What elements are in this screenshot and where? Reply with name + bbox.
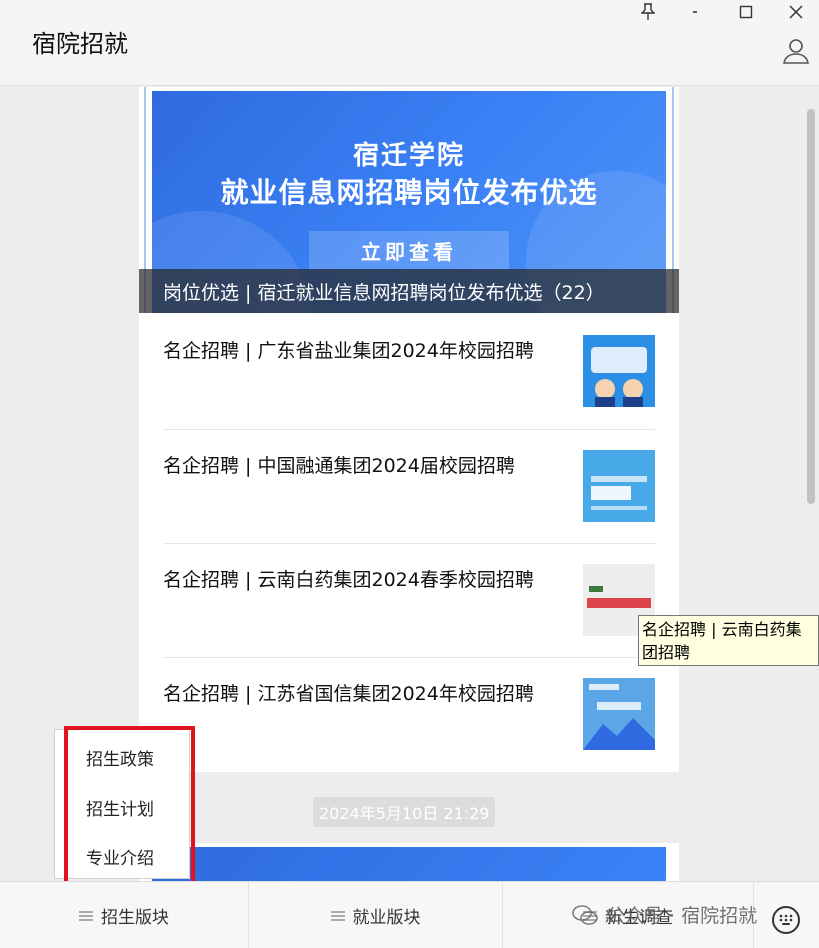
watermark-text: 公众号 · 宿院招就: [606, 905, 758, 927]
app-title: 宿院招就: [32, 30, 128, 58]
article-title: 名企招聘 | 中国融通集团2024届校园招聘: [163, 455, 515, 477]
article-title: 名企招聘 | 江苏省国信集团2024年校园招聘: [163, 683, 534, 705]
banner-image[interactable]: [152, 847, 666, 881]
article-title: 名企招聘 | 云南白药集团2024春季校园招聘: [163, 569, 534, 591]
close-icon[interactable]: [785, 2, 807, 22]
tab-employment[interactable]: 就业版块: [249, 882, 502, 948]
article-item[interactable]: 名企招聘 | 云南白药集团2024春季校园招聘: [163, 543, 655, 657]
highlight-annotation: [64, 726, 195, 890]
article-item[interactable]: 名企招聘 | 中国融通集团2024届校园招聘: [163, 429, 655, 543]
wechat-icon: [572, 904, 598, 925]
article-item[interactable]: 名企招聘 | 江苏省国信集团2024年校园招聘: [163, 657, 655, 771]
user-profile-icon[interactable]: [781, 36, 811, 66]
scrollbar-thumb[interactable]: [807, 109, 815, 504]
headline-caption[interactable]: 岗位优选 | 宿迁就业信息网招聘岗位发布优选（22）: [139, 269, 679, 313]
message-timestamp: 2024年5月10日 21:29: [313, 797, 496, 827]
article-thumbnail: [583, 335, 655, 407]
article-thumbnail: [583, 678, 655, 750]
article-thumbnail: [583, 450, 655, 522]
pin-icon[interactable]: [637, 2, 659, 22]
tooltip: 名企招聘 | 云南白药集团招聘: [638, 615, 819, 666]
scrollbar[interactable]: [807, 87, 815, 881]
tab-admission[interactable]: 招生版块: [0, 882, 248, 948]
watermark: 公众号 · 宿院招就: [572, 901, 757, 928]
tab-label: 招生版块: [101, 908, 169, 928]
banner-subheading: 就业信息网招聘岗位发布优选: [220, 176, 598, 209]
menu-lines-icon: [330, 910, 345, 921]
minimize-icon[interactable]: [684, 2, 706, 22]
article-card: 宿迁学院 就业信息网招聘岗位发布优选 立即查看 岗位优选 | 宿迁就业信息网招聘…: [139, 87, 679, 772]
article-item[interactable]: 名企招聘 | 广东省盐业集团2024年校园招聘: [163, 315, 655, 429]
tab-label: 就业版块: [352, 908, 421, 928]
banner-heading: 宿迁学院: [352, 141, 465, 171]
title-bar: 宿院招就: [0, 0, 819, 86]
article-card: [139, 843, 679, 881]
article-title: 名企招聘 | 广东省盐业集团2024年校园招聘: [163, 340, 534, 362]
maximize-icon[interactable]: [735, 2, 757, 22]
menu-lines-icon: [79, 910, 93, 921]
keyboard-icon[interactable]: [772, 906, 800, 934]
view-now-button[interactable]: 立即查看: [309, 231, 509, 269]
